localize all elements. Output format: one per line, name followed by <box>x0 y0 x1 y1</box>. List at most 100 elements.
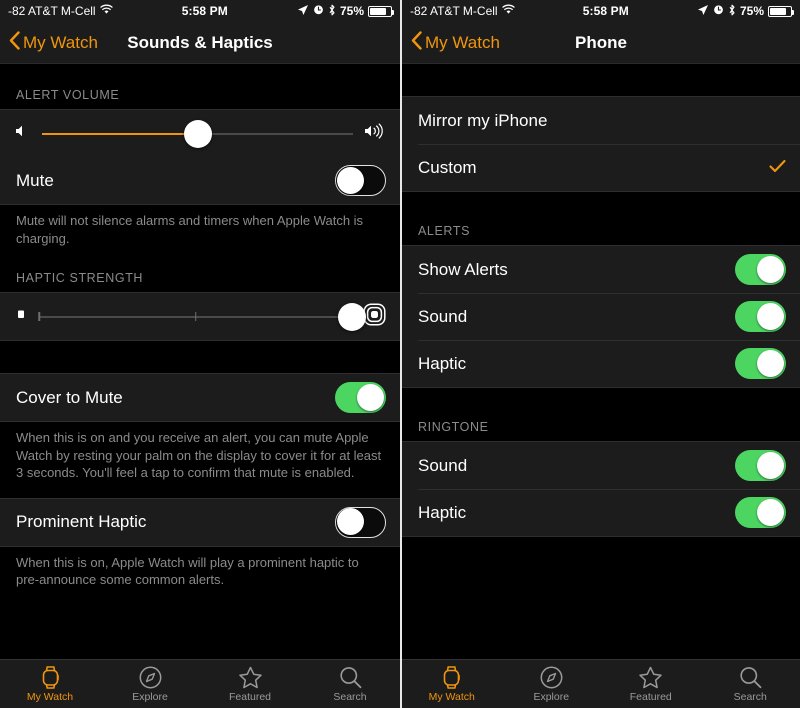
battery-icon <box>368 5 394 17</box>
tab-label: My Watch <box>428 690 475 703</box>
toggle-knob <box>757 256 784 283</box>
settings-list-right: Mirror my iPhone Custom ALERTS Show Aler… <box>402 64 800 659</box>
nav-bar-right: My Watch Phone <box>402 22 800 64</box>
tab-label: Search <box>733 690 767 703</box>
location-arrow-icon <box>697 4 709 19</box>
mute-toggle[interactable] <box>335 165 386 196</box>
footnote-prominent-haptic: When this is on, Apple Watch will play a… <box>0 546 400 589</box>
tab-search[interactable]: Search <box>300 660 400 708</box>
row-ringtone-sound[interactable]: Sound <box>402 442 800 489</box>
magnifier-icon <box>739 666 762 689</box>
row-ringtone-haptic[interactable]: Haptic <box>402 489 800 536</box>
footnote-cover-to-mute: When this is on and you receive an alert… <box>0 422 400 482</box>
row-label-mirror-my-iphone: Mirror my iPhone <box>418 110 548 130</box>
row-mute[interactable]: Mute <box>0 157 400 204</box>
spacer <box>402 388 800 420</box>
group-alert-volume: Mute <box>0 109 400 205</box>
tab-label: Explore <box>132 690 168 703</box>
location-arrow-icon <box>297 4 309 19</box>
tab-bar-left: My Watch Explore Featured Search <box>0 659 400 708</box>
toggle-knob <box>757 452 784 479</box>
row-alerts-haptic[interactable]: Haptic <box>402 340 800 387</box>
battery-percent-label: 75% <box>739 4 764 18</box>
back-button-label: My Watch <box>23 32 98 52</box>
haptic-strength-track[interactable] <box>38 302 366 332</box>
slider-thumb[interactable] <box>338 302 366 331</box>
slider-thumb[interactable] <box>183 119 212 148</box>
tab-label: Explore <box>533 690 570 703</box>
speaker-high-icon <box>364 123 386 144</box>
row-show-alerts[interactable]: Show Alerts <box>402 246 800 293</box>
tab-label: Featured <box>228 690 272 703</box>
bluetooth-icon <box>328 4 336 19</box>
slider-tick <box>194 312 197 322</box>
row-alerts-sound[interactable]: Sound <box>402 293 800 340</box>
apple-watch-icon <box>441 665 462 689</box>
row-prominent-haptic[interactable]: Prominent Haptic <box>0 499 400 546</box>
star-icon <box>638 666 663 689</box>
alerts-sound-toggle[interactable] <box>735 301 786 332</box>
left-screen-sounds-haptics: -82 AT&T M-Cell 5:58 PM 75% My Watch Sou… <box>0 0 400 708</box>
row-cover-to-mute[interactable]: Cover to Mute <box>0 374 400 421</box>
magnifier-icon <box>339 666 362 689</box>
tab-featured[interactable]: Featured <box>601 660 701 708</box>
spacer <box>402 64 800 96</box>
back-button-label: My Watch <box>425 32 500 52</box>
row-label-alerts-haptic: Haptic <box>418 353 467 373</box>
tab-explore[interactable]: Explore <box>100 660 200 708</box>
status-bar-clock: 5:58 PM <box>582 4 629 18</box>
wifi-icon <box>99 4 113 18</box>
status-bar-carrier-group: -82 AT&T M-Cell <box>8 4 113 18</box>
group-notification-mode: Mirror my iPhone Custom <box>402 96 800 192</box>
compass-icon <box>139 666 162 689</box>
status-bar-indicators: 75% <box>697 4 794 19</box>
toggle-knob <box>337 508 364 536</box>
battery-icon <box>768 5 794 17</box>
show-alerts-toggle[interactable] <box>735 254 786 285</box>
tab-explore[interactable]: Explore <box>502 660 602 708</box>
back-button[interactable]: My Watch <box>402 30 500 55</box>
tab-featured[interactable]: Featured <box>200 660 300 708</box>
cover-to-mute-toggle[interactable] <box>335 382 386 414</box>
section-header-haptic-strength: HAPTIC STRENGTH <box>0 271 400 293</box>
row-label-mute: Mute <box>16 170 54 190</box>
status-bar-clock: 5:58 PM <box>181 4 228 18</box>
row-label-show-alerts: Show Alerts <box>418 259 508 279</box>
tab-my-watch[interactable]: My Watch <box>402 660 502 708</box>
row-label-prominent-haptic: Prominent Haptic <box>16 512 147 532</box>
spacer <box>0 64 400 88</box>
row-label-cover-to-mute: Cover to Mute <box>16 387 123 407</box>
tab-my-watch[interactable]: My Watch <box>0 660 100 708</box>
alerts-haptic-toggle[interactable] <box>735 348 786 379</box>
alert-volume-slider-row[interactable] <box>0 110 400 157</box>
row-mirror-my-iphone[interactable]: Mirror my iPhone <box>402 97 800 144</box>
group-prominent-haptic: Prominent Haptic <box>0 497 400 547</box>
haptic-strong-icon <box>363 303 386 331</box>
battery-percent-label: 75% <box>339 4 364 18</box>
slider-tick <box>38 312 40 322</box>
status-bar-right: -82 AT&T M-Cell 5:58 PM 75% <box>402 0 800 22</box>
wifi-icon <box>501 4 515 18</box>
haptic-strength-slider-row[interactable] <box>0 293 400 340</box>
bluetooth-icon <box>728 4 736 19</box>
toggle-knob <box>757 350 784 377</box>
dual-screenshot: -82 AT&T M-Cell 5:58 PM 75% My Watch Sou… <box>0 0 800 708</box>
spacer <box>0 247 400 272</box>
back-button[interactable]: My Watch <box>0 30 98 55</box>
chevron-left-icon <box>411 30 422 55</box>
tab-bar-right: My Watch Explore Featured Search <box>402 659 800 708</box>
row-custom[interactable]: Custom <box>402 144 800 191</box>
alert-volume-track[interactable] <box>42 119 353 149</box>
ringtone-haptic-toggle[interactable] <box>735 497 786 528</box>
nav-bar-left: My Watch Sounds & Haptics <box>0 22 400 64</box>
ringtone-sound-toggle[interactable] <box>735 450 786 481</box>
chevron-left-icon <box>9 30 20 55</box>
checkmark-icon <box>769 158 786 177</box>
prominent-haptic-toggle[interactable] <box>335 506 386 538</box>
tab-label: Search <box>333 690 367 703</box>
tab-label: My Watch <box>26 690 74 703</box>
tab-search[interactable]: Search <box>701 660 800 708</box>
row-label-ringtone-haptic: Haptic <box>418 502 467 522</box>
apple-watch-icon <box>40 665 61 689</box>
toggle-knob <box>357 384 384 412</box>
